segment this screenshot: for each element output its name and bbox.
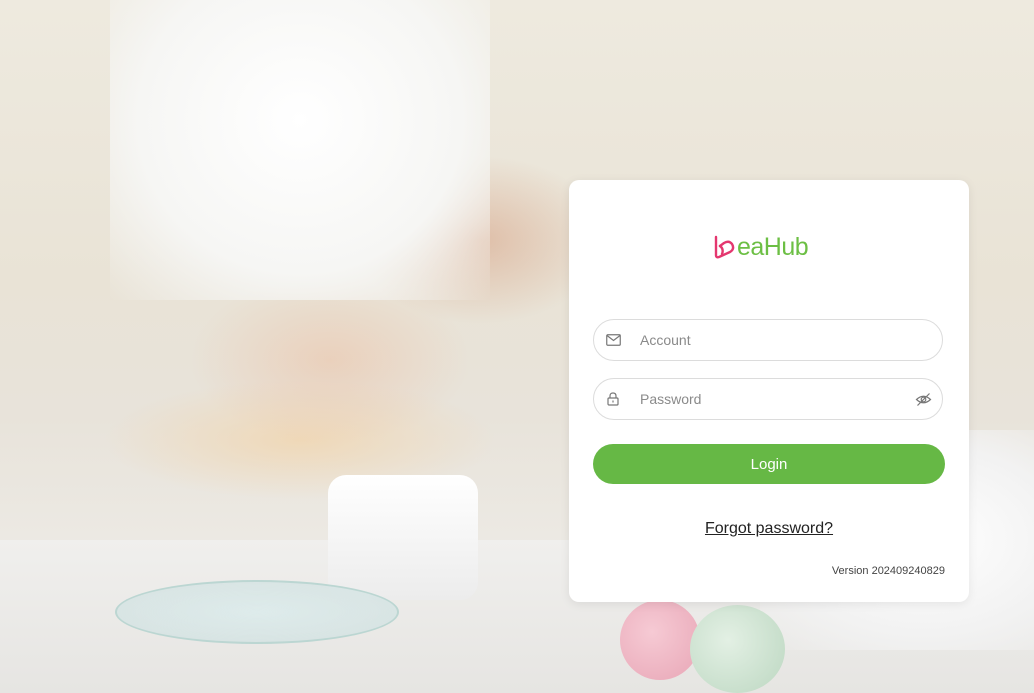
forgot-password-link[interactable]: Forgot password? xyxy=(569,520,969,538)
lock-icon xyxy=(605,391,621,407)
background-therapist xyxy=(110,0,490,300)
background-jar xyxy=(328,475,478,600)
eye-off-icon[interactable] xyxy=(915,391,932,408)
heart-b-logo-icon xyxy=(714,235,735,259)
brand-name: eaHub xyxy=(737,232,809,261)
password-input[interactable] xyxy=(638,383,902,415)
background-bath-bomb-green xyxy=(690,605,785,693)
login-button[interactable]: Login xyxy=(593,444,945,484)
account-input[interactable] xyxy=(638,324,902,356)
password-field[interactable] xyxy=(593,378,943,420)
brand-logo: eaHub xyxy=(710,232,809,262)
mail-icon xyxy=(605,332,621,348)
account-field[interactable] xyxy=(593,319,943,361)
background-candle-plate xyxy=(115,580,399,644)
background-bath-bomb-pink xyxy=(620,600,700,680)
version-label: Version 202409240829 xyxy=(831,565,945,577)
